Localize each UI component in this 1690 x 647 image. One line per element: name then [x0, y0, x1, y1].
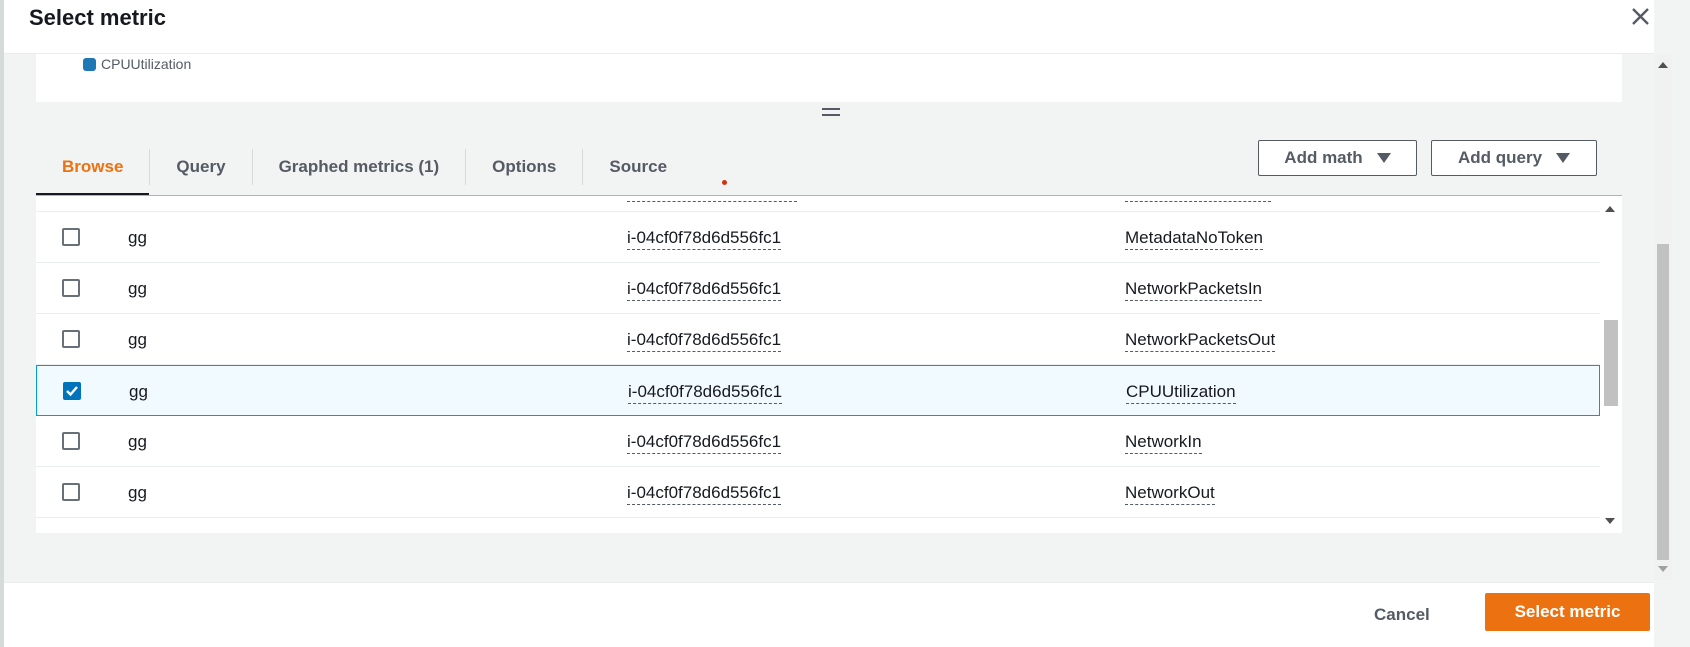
add-math-label: Add math	[1284, 148, 1363, 167]
scroll-down-icon[interactable]	[1605, 518, 1615, 524]
underline	[1125, 201, 1271, 202]
cell-instance-id[interactable]: i-04cf0f78d6d556fc1	[627, 483, 782, 505]
metric-tabs: Browse Query Graphed metrics (1) Options…	[36, 138, 693, 197]
left-edge	[0, 0, 4, 647]
scrollbar-thumb[interactable]	[1604, 320, 1618, 406]
dialog-title: Select metric	[29, 5, 166, 30]
row-checkbox[interactable]	[62, 330, 80, 348]
row-checkbox[interactable]	[62, 483, 80, 501]
tab-browse[interactable]: Browse	[36, 138, 150, 197]
metrics-table: gg i-04cf0f78d6d556fc1 MetadataNoToken g…	[36, 196, 1622, 533]
tab-source[interactable]: Source	[583, 138, 693, 196]
close-button[interactable]	[1624, 1, 1658, 35]
cell-name: gg	[128, 483, 147, 502]
legend-swatch	[83, 57, 96, 71]
cell-instance-id[interactable]: i-04cf0f78d6d556fc1	[627, 432, 782, 454]
row-checkbox[interactable]	[62, 432, 80, 450]
cancel-button[interactable]: Cancel	[1374, 605, 1430, 625]
add-math-button[interactable]: Add math	[1258, 140, 1417, 176]
table-row[interactable]: gg i-04cf0f78d6d556fc1 NetworkIn	[36, 416, 1600, 467]
cell-instance-id[interactable]: i-04cf0f78d6d556fc1	[627, 330, 782, 352]
underline	[627, 201, 797, 202]
cell-metric[interactable]: NetworkOut	[1125, 483, 1215, 505]
row-checkbox[interactable]	[62, 228, 80, 246]
table-row[interactable]: gg i-04cf0f78d6d556fc1 NetworkPacketsIn	[36, 263, 1600, 314]
dialog-footer: Cancel Select metric	[4, 582, 1654, 647]
scroll-up-icon[interactable]	[1605, 206, 1615, 212]
dialog-header: Select metric	[4, 0, 1654, 54]
cell-name: gg	[129, 382, 148, 401]
caret-down-icon	[1376, 153, 1391, 163]
cell-metric[interactable]: MetadataNoToken	[1125, 228, 1263, 250]
select-metric-button[interactable]: Select metric	[1485, 593, 1650, 631]
tab-options[interactable]: Options	[466, 138, 582, 196]
legend-item[interactable]: CPUUtilization	[83, 56, 191, 72]
cell-instance-id[interactable]: i-04cf0f78d6d556fc1	[628, 382, 783, 404]
dialog-scrollbar[interactable]	[1654, 54, 1672, 580]
table-row	[36, 196, 1600, 212]
scrollbar-thumb[interactable]	[1657, 244, 1669, 560]
tab-query[interactable]: Query	[150, 138, 251, 196]
cell-name: gg	[128, 279, 147, 298]
checkmark-icon	[66, 386, 78, 397]
row-checkbox-checked[interactable]	[63, 382, 81, 400]
table-row[interactable]: gg i-04cf0f78d6d556fc1 NetworkPacketsOut	[36, 314, 1600, 365]
caret-down-icon	[1556, 153, 1571, 163]
legend-label: CPUUtilization	[101, 56, 192, 72]
cell-name: gg	[128, 432, 147, 451]
table-scrollbar[interactable]	[1602, 196, 1618, 533]
add-query-button[interactable]: Add query	[1431, 140, 1597, 176]
cell-instance-id[interactable]: i-04cf0f78d6d556fc1	[627, 228, 782, 250]
table-row[interactable]: gg i-04cf0f78d6d556fc1 MetadataNoToken	[36, 212, 1600, 263]
scroll-up-icon[interactable]	[1658, 62, 1668, 68]
resize-handle-icon[interactable]	[822, 108, 840, 118]
table-row[interactable]: gg i-04cf0f78d6d556fc1 NetworkOut	[36, 467, 1600, 518]
cell-instance-id[interactable]: i-04cf0f78d6d556fc1	[627, 279, 782, 301]
cell-metric[interactable]: NetworkIn	[1125, 432, 1202, 454]
select-metric-dialog: Select metric CPUUtilization Browse Quer…	[0, 0, 1690, 647]
cursor-dot	[722, 180, 727, 185]
close-icon	[1632, 8, 1649, 25]
tab-graphed-metrics[interactable]: Graphed metrics (1)	[253, 138, 466, 196]
add-query-label: Add query	[1457, 148, 1543, 167]
cell-name: gg	[128, 228, 147, 247]
cell-metric[interactable]: NetworkPacketsIn	[1125, 279, 1262, 301]
scroll-down-icon[interactable]	[1658, 566, 1668, 572]
row-checkbox[interactable]	[62, 279, 80, 297]
cell-name: gg	[128, 330, 147, 349]
cell-metric[interactable]: NetworkPacketsOut	[1125, 330, 1276, 352]
graph-legend: CPUUtilization	[36, 54, 1622, 102]
cell-metric[interactable]: CPUUtilization	[1126, 382, 1236, 404]
table-row-selected[interactable]: gg i-04cf0f78d6d556fc1 CPUUtilization	[36, 365, 1600, 416]
